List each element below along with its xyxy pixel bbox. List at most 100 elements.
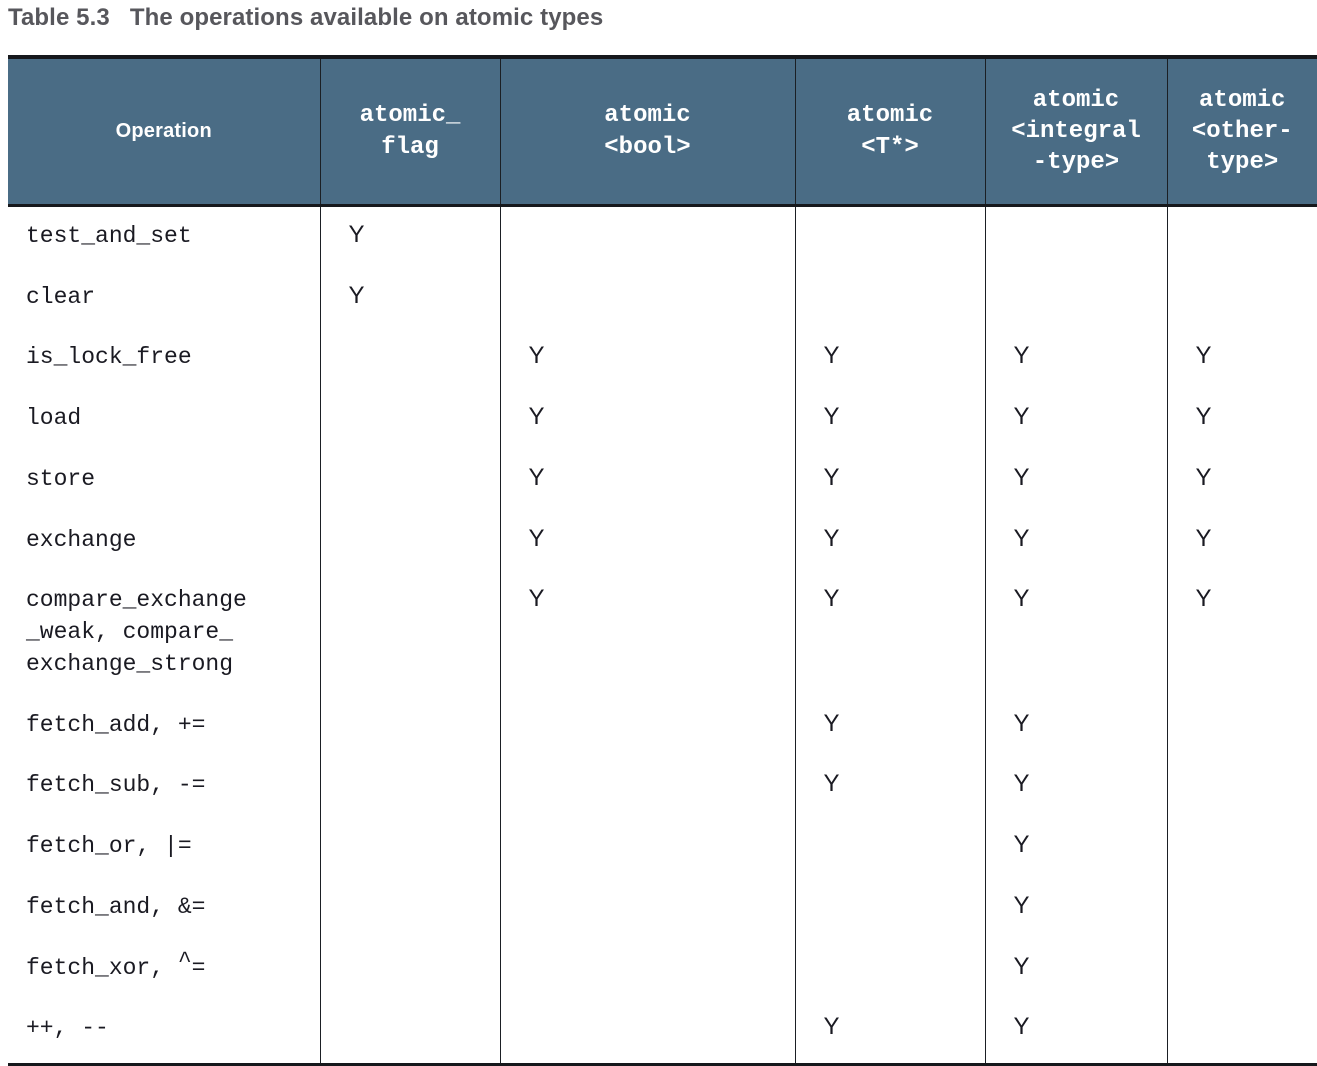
caret-glyph: ^ [177, 947, 192, 974]
support-mark-cell: Y [1167, 389, 1317, 450]
operation-name-cell: is_lock_free [8, 328, 321, 390]
operation-name-cell: fetch_or, |= [8, 817, 321, 878]
support-mark-cell [500, 817, 796, 878]
operation-name-cell: store [8, 449, 321, 511]
support-mark-cell [320, 328, 501, 390]
column-header-atomic-flag: atomic_ flag [320, 59, 501, 207]
support-mark-cell [320, 695, 501, 757]
support-mark-cell [1167, 817, 1317, 878]
support-mark-cell: Y [795, 389, 986, 450]
table-header-row: Operation atomic_ flag atomic <bool> ato… [8, 59, 1317, 207]
table-caption: Table 5.3 The operations available on ato… [8, 4, 603, 32]
support-mark-cell: Y [795, 328, 986, 390]
support-mark-cell [1167, 267, 1317, 329]
support-mark-cell [985, 267, 1168, 329]
support-mark-cell [500, 205, 796, 268]
support-mark-cell: Y [985, 328, 1168, 390]
operation-name-cell: ++, -- [8, 999, 321, 1066]
column-header-operation: Operation [8, 59, 321, 207]
atomic-operations-table: Operation atomic_ flag atomic <bool> ato… [8, 59, 1317, 1066]
support-mark-cell [320, 999, 501, 1066]
support-mark-cell [320, 571, 501, 696]
support-mark-cell [1167, 205, 1317, 268]
support-mark-cell [320, 756, 501, 818]
table-row: fetch_xor, ^= Y [8, 938, 1317, 1000]
support-mark-cell: Y [500, 449, 796, 511]
support-mark-cell [320, 510, 501, 572]
support-mark-cell [500, 267, 796, 329]
atomic-operations-table-wrapper: Operation atomic_ flag atomic <bool> ato… [8, 55, 1317, 1066]
support-mark-cell: Y [985, 877, 1168, 939]
operation-name-cell: clear [8, 267, 321, 329]
support-mark-cell: Y [795, 571, 986, 696]
table-header: Operation atomic_ flag atomic <bool> ato… [8, 59, 1317, 207]
operation-name-cell: load [8, 389, 321, 450]
table-row: fetch_add, += Y Y [8, 695, 1317, 757]
support-mark-cell: Y [985, 510, 1168, 572]
column-header-atomic-integral: atomic <integral -type> [985, 59, 1168, 207]
support-mark-cell [500, 877, 796, 939]
support-mark-cell: Y [500, 389, 796, 450]
support-mark-cell: Y [985, 449, 1168, 511]
column-header-atomic-bool: atomic <bool> [500, 59, 796, 207]
support-mark-cell [985, 205, 1168, 268]
support-mark-cell: Y [985, 999, 1168, 1066]
support-mark-cell [320, 938, 501, 1000]
support-mark-cell [320, 449, 501, 511]
support-mark-cell [1167, 756, 1317, 818]
support-mark-cell: Y [500, 510, 796, 572]
table-row: is_lock_free Y Y Y Y [8, 328, 1317, 390]
support-mark-cell [795, 267, 986, 329]
support-mark-cell [795, 817, 986, 878]
support-mark-cell [500, 999, 796, 1066]
table-row: ++, -- Y Y [8, 999, 1317, 1066]
table-row: compare_exchange _weak, compare_ exchang… [8, 571, 1317, 696]
support-mark-cell: Y [320, 205, 501, 268]
column-header-atomic-tptr: atomic <T*> [795, 59, 986, 207]
support-mark-cell [320, 389, 501, 450]
table-caption-number: Table 5.3 [8, 4, 110, 31]
support-mark-cell: Y [985, 695, 1168, 757]
operation-name-cell: fetch_add, += [8, 695, 321, 757]
support-mark-cell: Y [985, 756, 1168, 818]
table-row: exchange Y Y Y Y [8, 510, 1317, 572]
operation-name-cell: test_and_set [8, 205, 321, 268]
operation-name-cell: fetch_sub, -= [8, 756, 321, 818]
support-mark-cell: Y [795, 999, 986, 1066]
support-mark-cell: Y [795, 756, 986, 818]
support-mark-cell [500, 938, 796, 1000]
column-header-atomic-other: atomic <other- type> [1167, 59, 1317, 207]
support-mark-cell [1167, 938, 1317, 1000]
support-mark-cell: Y [1167, 449, 1317, 511]
table-row: fetch_and, &= Y [8, 877, 1317, 939]
table-row: test_and_set Y [8, 205, 1317, 268]
support-mark-cell [795, 205, 986, 268]
support-mark-cell: Y [1167, 571, 1317, 696]
support-mark-cell: Y [1167, 510, 1317, 572]
support-mark-cell: Y [985, 817, 1168, 878]
table-row: fetch_sub, -= Y Y [8, 756, 1317, 818]
table-caption-text: The operations available on atomic types [129, 4, 604, 31]
support-mark-cell: Y [1167, 328, 1317, 390]
operation-name-cell: fetch_xor, ^= [8, 938, 321, 1000]
table-page: Table 5.3 The operations available on ato… [0, 0, 1317, 1066]
support-mark-cell [320, 817, 501, 878]
support-mark-cell [1167, 999, 1317, 1066]
table-row: clear Y [8, 267, 1317, 329]
support-mark-cell: Y [500, 571, 796, 696]
support-mark-cell [320, 877, 501, 939]
table-body: test_and_set Yclear Yis_lock_free Y Y Y Yload Y… [8, 205, 1317, 1066]
support-mark-cell [1167, 695, 1317, 757]
support-mark-cell: Y [795, 449, 986, 511]
support-mark-cell [795, 877, 986, 939]
operation-name-cell: fetch_and, &= [8, 877, 321, 939]
support-mark-cell: Y [985, 938, 1168, 1000]
support-mark-cell [795, 938, 986, 1000]
support-mark-cell: Y [985, 389, 1168, 450]
support-mark-cell: Y [985, 571, 1168, 696]
table-row: load Y Y Y Y [8, 389, 1317, 450]
support-mark-cell: Y [795, 510, 986, 572]
support-mark-cell [500, 695, 796, 757]
operation-name-cell: compare_exchange _weak, compare_ exchang… [8, 571, 321, 696]
support-mark-cell: Y [320, 267, 501, 329]
